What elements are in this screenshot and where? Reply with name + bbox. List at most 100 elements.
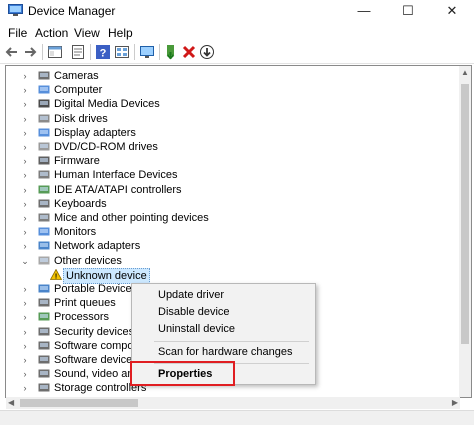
device-category-icon <box>38 284 50 293</box>
horizontal-scrollbar[interactable]: ◀ ▶ <box>6 397 460 409</box>
device-category-icon <box>38 185 50 194</box>
device-category-icon <box>38 241 50 250</box>
expand-arrow-icon[interactable]: › <box>20 141 30 153</box>
maximize-button[interactable]: ☐ <box>386 0 430 22</box>
tree-item[interactable]: › Cameras <box>6 69 446 83</box>
tree-item[interactable]: › IDE ATA/ATAPI controllers <box>6 183 446 197</box>
menu-scan-hardware[interactable]: Scan for hardware changes <box>158 346 293 358</box>
expand-arrow-icon[interactable]: › <box>20 368 30 380</box>
expand-arrow-icon[interactable]: › <box>20 382 30 394</box>
tree-item-label: Disk drives <box>54 112 108 125</box>
view-icon[interactable] <box>114 44 130 60</box>
help-icon[interactable]: ? <box>95 44 111 60</box>
menu-disable-device[interactable]: Disable device <box>158 306 230 318</box>
tree-item[interactable]: › Digital Media Devices <box>6 97 446 111</box>
show-hide-tree-icon[interactable] <box>47 44 63 60</box>
expand-arrow-icon[interactable]: › <box>20 354 30 366</box>
vertical-scroll-thumb[interactable] <box>461 84 469 344</box>
expand-arrow-icon[interactable]: › <box>20 240 30 252</box>
close-button[interactable]: ✕ <box>430 0 474 22</box>
minimize-button[interactable]: — <box>342 0 386 22</box>
expand-arrow-icon[interactable]: › <box>20 212 30 224</box>
toolbar-separator <box>42 44 43 60</box>
tree-item-label: Software compon <box>54 339 140 352</box>
tree-child-item[interactable]: ! Unknown device <box>6 267 446 284</box>
tree-item[interactable]: › Disk drives <box>6 112 446 126</box>
toolbar-separator <box>90 44 91 60</box>
back-icon[interactable] <box>4 44 20 60</box>
expand-arrow-icon[interactable]: › <box>20 283 30 295</box>
svg-text:?: ? <box>100 48 107 60</box>
expand-arrow-icon[interactable]: › <box>20 326 30 338</box>
menu-separator <box>154 341 309 342</box>
tree-item-label: DVD/CD-ROM drives <box>54 141 158 153</box>
tree-item[interactable]: › Network adapters <box>6 239 446 253</box>
tree-item[interactable]: › Keyboards <box>6 197 446 211</box>
scroll-right-icon[interactable]: ▶ <box>452 397 458 409</box>
expand-arrow-icon[interactable]: › <box>20 155 30 167</box>
device-category-icon <box>38 156 50 165</box>
scroll-up-icon[interactable]: ▲ <box>461 68 469 77</box>
menu-update-driver[interactable]: Update driver <box>158 289 224 301</box>
tree-item[interactable]: › Monitors <box>6 225 446 239</box>
update-driver-icon[interactable] <box>163 44 179 60</box>
tree-item[interactable]: › Computer <box>6 83 446 97</box>
tree-item-label: Firmware <box>54 155 100 168</box>
vertical-scrollbar[interactable]: ▲ <box>459 66 471 397</box>
device-category-icon <box>38 227 50 236</box>
expand-arrow-icon[interactable]: › <box>20 340 30 352</box>
tree-item-label: Monitors <box>54 226 97 239</box>
menu-action[interactable]: Action <box>35 26 68 40</box>
device-category-icon <box>38 85 50 94</box>
expand-arrow-icon[interactable]: › <box>20 184 30 196</box>
window-title: Device Manager <box>28 4 116 18</box>
warning-icon: ! <box>50 268 62 280</box>
horizontal-scroll-thumb[interactable] <box>20 399 138 407</box>
download-icon[interactable] <box>199 44 215 60</box>
expand-arrow-icon[interactable]: › <box>20 70 30 82</box>
tree-item[interactable]: › Mice and other pointing devices <box>6 211 446 225</box>
scroll-left-icon[interactable]: ◀ <box>8 397 14 409</box>
toolbar: ? <box>0 41 474 64</box>
expand-arrow-icon[interactable]: › <box>20 226 30 238</box>
uninstall-icon[interactable] <box>181 44 197 60</box>
expand-arrow-icon[interactable]: › <box>20 297 30 309</box>
tree-item[interactable]: › Display adapters <box>6 126 446 140</box>
tree-item-label: Sound, video and <box>54 368 140 381</box>
expand-arrow-icon[interactable]: › <box>20 127 30 139</box>
monitor-icon[interactable] <box>139 44 155 60</box>
menu-help[interactable]: Help <box>108 26 133 40</box>
expand-arrow-icon[interactable]: › <box>20 113 30 125</box>
tree-item-label: Print queues <box>54 297 116 310</box>
expand-arrow-icon[interactable]: › <box>20 311 30 323</box>
expand-arrow-icon[interactable]: › <box>20 198 30 210</box>
tree-item[interactable]: ⌄ Other devices <box>6 254 446 268</box>
menu-file[interactable]: File <box>8 26 27 40</box>
device-category-icon <box>38 142 50 151</box>
tree-item[interactable]: › Firmware <box>6 154 446 168</box>
expand-arrow-icon[interactable]: › <box>20 84 30 96</box>
tree-item-label: Software devices <box>54 354 138 366</box>
toolbar-separator <box>134 44 135 60</box>
expand-arrow-icon[interactable]: › <box>20 98 30 110</box>
forward-icon[interactable] <box>22 44 38 60</box>
device-category-icon <box>38 114 50 123</box>
tree-item-label: Mice and other pointing devices <box>54 212 209 224</box>
expand-arrow-icon[interactable]: › <box>20 169 30 181</box>
tree-item-label: Display adapters <box>54 126 136 139</box>
device-category-icon <box>38 199 50 208</box>
tree-item-label: Digital Media Devices <box>54 98 160 111</box>
menu-view[interactable]: View <box>74 26 100 40</box>
tree-item[interactable]: › Human Interface Devices <box>6 168 446 182</box>
tree-item-label: Security devices <box>54 325 135 338</box>
status-bar <box>0 410 474 425</box>
collapse-arrow-icon[interactable]: ⌄ <box>20 255 30 267</box>
menu-uninstall-device[interactable]: Uninstall device <box>158 323 235 335</box>
properties-icon[interactable] <box>70 44 86 60</box>
tree-item-label: Processors <box>54 311 110 324</box>
device-category-icon <box>38 355 50 364</box>
tree-item[interactable]: › DVD/CD-ROM drives <box>6 140 446 154</box>
tree-item-label: Network adapters <box>54 240 141 253</box>
device-category-icon <box>38 383 50 392</box>
tree-item-label: Human Interface Devices <box>54 169 178 182</box>
